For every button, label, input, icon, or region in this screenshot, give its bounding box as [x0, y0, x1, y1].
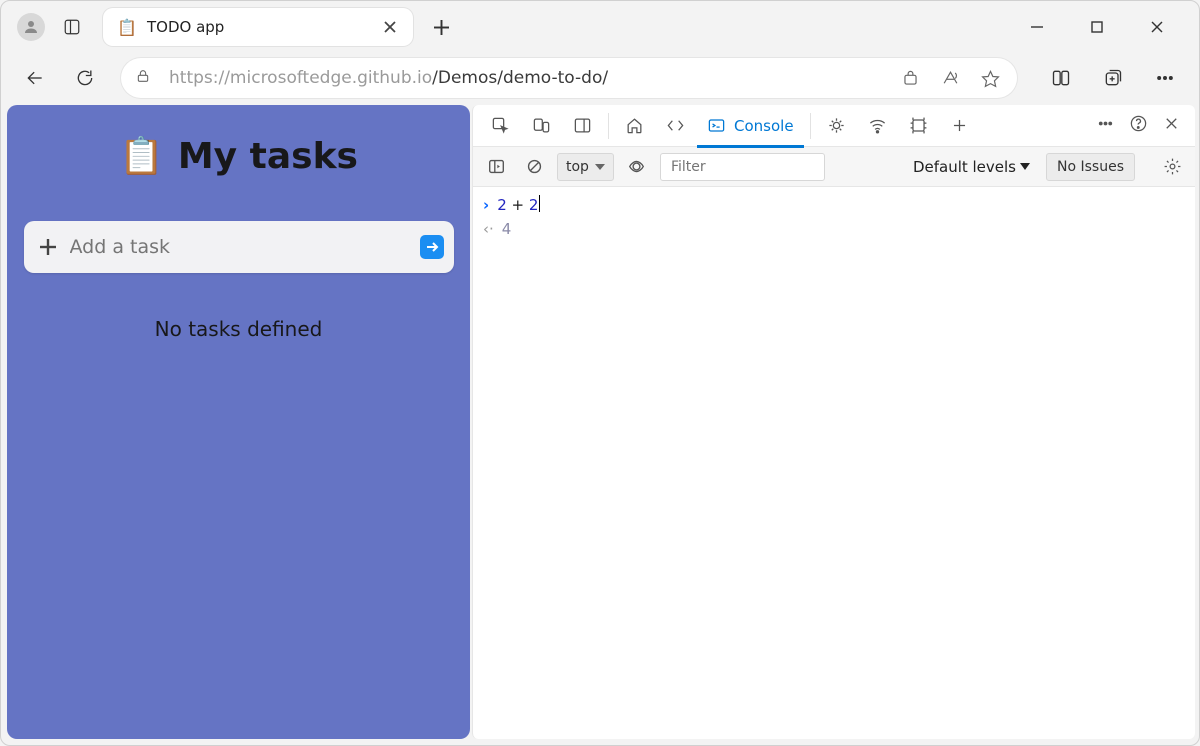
empty-state-text: No tasks defined: [155, 317, 323, 341]
add-task-input[interactable]: [70, 236, 420, 258]
console-output[interactable]: › 2 + 2 ‹· 4: [473, 187, 1195, 739]
dropdown-caret-icon: [595, 164, 605, 170]
site-info-lock-icon[interactable]: [135, 68, 155, 88]
minimize-button[interactable]: [1021, 11, 1053, 43]
refresh-button[interactable]: [63, 56, 107, 100]
clipboard-icon: 📋: [119, 135, 164, 177]
content-area: 📋 My tasks No tasks defined Co: [1, 103, 1199, 745]
network-tab-icon[interactable]: [858, 105, 897, 147]
omnibox[interactable]: https://microsoftedge.github.io/Demos/de…: [121, 58, 1017, 98]
page-heading-text: My tasks: [178, 136, 358, 177]
toggle-sidebar-icon[interactable]: [481, 152, 511, 182]
collections-icon[interactable]: [1091, 56, 1135, 100]
live-expression-icon[interactable]: [622, 152, 652, 182]
url-host: https://microsoftedge.github.io: [169, 68, 432, 88]
clear-console-icon[interactable]: [519, 152, 549, 182]
browser-tab[interactable]: 📋 TODO app: [103, 8, 413, 46]
inspect-element-icon[interactable]: [481, 105, 520, 147]
token-number: 2: [497, 196, 507, 214]
text-cursor: [539, 195, 540, 212]
address-bar: https://microsoftedge.github.io/Demos/de…: [1, 53, 1199, 103]
issues-button[interactable]: No Issues: [1046, 153, 1135, 181]
profile-avatar[interactable]: [17, 13, 45, 41]
devtools-tabstrip: Console: [473, 105, 1195, 147]
plus-icon: [36, 235, 60, 259]
console-result: 4: [502, 217, 512, 241]
devtools-close-icon[interactable]: [1162, 114, 1181, 137]
window-controls: [1021, 11, 1193, 43]
separator: [810, 113, 811, 139]
tab-title: TODO app: [147, 18, 377, 36]
device-toolbar-icon[interactable]: [522, 105, 561, 147]
toolbar-right: [1039, 56, 1187, 100]
shopping-icon[interactable]: [897, 65, 923, 91]
devtools-right-controls: [1096, 114, 1187, 137]
levels-label: Default levels: [913, 158, 1016, 176]
token-operator: +: [512, 196, 525, 214]
read-aloud-icon[interactable]: [937, 65, 963, 91]
devtools-help-icon[interactable]: [1129, 114, 1148, 137]
performance-tab-icon[interactable]: [899, 105, 938, 147]
console-tab[interactable]: Console: [697, 105, 804, 147]
more-tabs-plus-icon[interactable]: [940, 105, 979, 147]
page-heading: 📋 My tasks: [119, 135, 358, 177]
tab-favicon-icon: 📋: [117, 18, 135, 36]
devtools-panel: Console top: [472, 105, 1195, 739]
console-result-row: ‹· 4: [483, 217, 1185, 241]
dock-side-icon[interactable]: [563, 105, 602, 147]
console-toolbar: top Default levels No Issues: [473, 147, 1195, 187]
devtools-more-icon[interactable]: [1096, 114, 1115, 137]
titlebar: 📋 TODO app: [1, 1, 1199, 53]
welcome-tab-icon[interactable]: [615, 105, 654, 147]
submit-task-button[interactable]: [420, 235, 444, 259]
url-path: /Demos/demo-to-do/: [432, 68, 608, 88]
issues-label: No Issues: [1057, 159, 1124, 175]
maximize-button[interactable]: [1081, 11, 1113, 43]
execution-context-selector[interactable]: top: [557, 153, 614, 181]
dropdown-caret-icon: [1020, 163, 1030, 170]
context-label: top: [566, 159, 589, 175]
console-tab-label: Console: [734, 117, 794, 135]
console-settings-icon[interactable]: [1157, 152, 1187, 182]
separator: [608, 113, 609, 139]
tab-close-button[interactable]: [377, 14, 403, 40]
new-tab-button[interactable]: [423, 9, 459, 45]
add-task-form: [24, 221, 454, 273]
token-number: 2: [529, 196, 539, 214]
input-chevron-icon: ›: [483, 193, 489, 217]
console-input-row: › 2 + 2: [483, 193, 1185, 217]
console-expression: 2 + 2: [497, 193, 540, 217]
favorite-star-icon[interactable]: [977, 65, 1003, 91]
todo-page: 📋 My tasks No tasks defined: [7, 105, 470, 739]
omnibox-actions: [897, 65, 1003, 91]
console-filter-input[interactable]: [660, 153, 825, 181]
elements-tab-icon[interactable]: [656, 105, 695, 147]
output-chevron-icon: ‹·: [483, 217, 494, 241]
sources-tab-icon[interactable]: [817, 105, 856, 147]
workspaces-icon[interactable]: [55, 10, 89, 44]
split-screen-icon[interactable]: [1039, 56, 1083, 100]
url-text: https://microsoftedge.github.io/Demos/de…: [169, 68, 897, 88]
log-levels-selector[interactable]: Default levels: [913, 158, 1030, 176]
more-menu-icon[interactable]: [1143, 56, 1187, 100]
back-button[interactable]: [13, 56, 57, 100]
browser-window: 📋 TODO app https://microsofted: [0, 0, 1200, 746]
close-window-button[interactable]: [1141, 11, 1173, 43]
